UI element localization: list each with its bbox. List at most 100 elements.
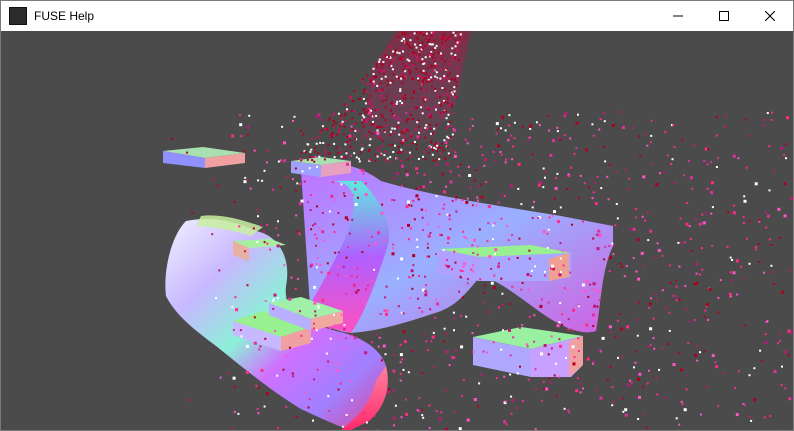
particle bbox=[787, 354, 790, 357]
particle bbox=[422, 416, 425, 419]
particle bbox=[695, 345, 698, 348]
particle bbox=[235, 308, 239, 312]
particle bbox=[429, 52, 432, 55]
particle bbox=[685, 308, 688, 311]
particle bbox=[437, 51, 440, 54]
particle bbox=[324, 127, 327, 130]
particle bbox=[450, 105, 453, 108]
particle bbox=[733, 204, 736, 207]
particle bbox=[531, 216, 534, 219]
particle bbox=[353, 110, 355, 113]
particle bbox=[465, 315, 468, 318]
particle bbox=[398, 52, 401, 55]
particle bbox=[421, 112, 424, 115]
particle bbox=[458, 174, 461, 177]
particle bbox=[384, 159, 387, 162]
particle bbox=[575, 389, 579, 393]
particle bbox=[492, 341, 495, 344]
particle bbox=[412, 200, 415, 202]
particle bbox=[264, 337, 267, 340]
particle bbox=[483, 301, 486, 304]
particle bbox=[765, 211, 768, 214]
particle bbox=[385, 124, 388, 127]
particle bbox=[783, 214, 787, 218]
title-bar[interactable]: FUSE Help bbox=[1, 1, 793, 31]
particle bbox=[341, 120, 344, 123]
particle bbox=[422, 155, 424, 158]
particle bbox=[400, 257, 404, 261]
app-icon bbox=[9, 7, 27, 25]
minimize-button[interactable] bbox=[655, 1, 701, 31]
particle bbox=[553, 210, 556, 214]
particle bbox=[369, 80, 372, 83]
particle bbox=[599, 396, 603, 400]
particle bbox=[443, 139, 446, 142]
particle bbox=[440, 411, 443, 414]
particle bbox=[445, 93, 448, 96]
particle bbox=[445, 110, 447, 113]
particle bbox=[511, 398, 515, 402]
particle bbox=[319, 264, 322, 266]
particle bbox=[444, 60, 446, 63]
particle bbox=[510, 184, 513, 188]
particle bbox=[556, 130, 559, 133]
particle bbox=[389, 134, 392, 136]
particle bbox=[379, 82, 382, 85]
particle bbox=[410, 135, 412, 138]
particle bbox=[462, 230, 465, 233]
particle bbox=[330, 194, 334, 198]
particle bbox=[430, 340, 433, 343]
particle bbox=[450, 78, 453, 81]
particle bbox=[381, 88, 384, 91]
particle bbox=[487, 311, 490, 313]
particle bbox=[339, 148, 342, 150]
particle bbox=[470, 186, 472, 189]
particle bbox=[342, 265, 345, 268]
particle bbox=[773, 283, 776, 285]
particle bbox=[646, 346, 649, 348]
particle bbox=[748, 416, 751, 419]
particle bbox=[431, 335, 435, 339]
particle bbox=[681, 139, 684, 142]
particle bbox=[757, 242, 760, 245]
particle bbox=[363, 108, 366, 111]
particle bbox=[691, 187, 694, 190]
particle bbox=[343, 328, 346, 331]
particle bbox=[473, 398, 477, 401]
close-button[interactable] bbox=[747, 1, 793, 31]
maximize-button[interactable] bbox=[701, 1, 747, 31]
particle bbox=[459, 33, 462, 36]
particle bbox=[462, 378, 465, 381]
particle bbox=[558, 273, 562, 277]
particle bbox=[403, 32, 406, 35]
particle bbox=[706, 187, 709, 190]
particle bbox=[403, 135, 406, 138]
particle bbox=[300, 334, 303, 337]
particle bbox=[559, 302, 562, 305]
particle bbox=[767, 214, 770, 218]
particle bbox=[446, 75, 449, 78]
particle bbox=[435, 253, 437, 255]
particle bbox=[404, 65, 407, 68]
particle bbox=[256, 209, 259, 212]
particle bbox=[274, 330, 277, 332]
particle bbox=[753, 367, 756, 370]
particle bbox=[422, 31, 425, 34]
particle bbox=[760, 359, 763, 362]
particle bbox=[411, 287, 414, 290]
particle bbox=[454, 34, 457, 37]
particle bbox=[304, 391, 307, 394]
particle bbox=[478, 185, 481, 188]
particle bbox=[309, 150, 312, 153]
particle bbox=[299, 158, 302, 160]
particle bbox=[327, 271, 331, 275]
particle bbox=[415, 167, 419, 171]
particle bbox=[612, 401, 615, 403]
particle bbox=[638, 395, 641, 399]
particle bbox=[476, 196, 479, 199]
render-viewport[interactable] bbox=[1, 31, 793, 430]
particle bbox=[549, 153, 553, 157]
particle bbox=[334, 251, 337, 254]
particle bbox=[272, 307, 275, 310]
particle bbox=[374, 159, 377, 162]
